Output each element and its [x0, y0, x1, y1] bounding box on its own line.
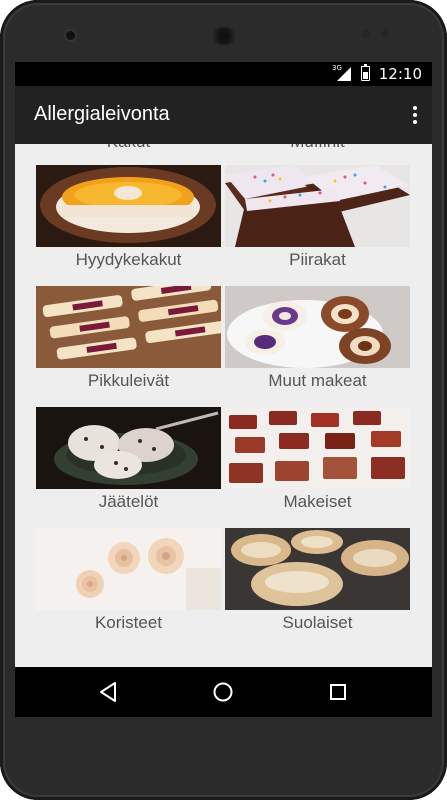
- screen: 3G 12:10 Allergialeivonta Kakut Muffinit: [15, 62, 432, 717]
- category-tile-pikkuleivat[interactable]: Pikkuleivät: [36, 286, 221, 395]
- recents-icon[interactable]: [326, 680, 350, 704]
- category-image: [225, 528, 410, 610]
- category-label: Pikkuleivät: [87, 371, 170, 390]
- category-label: Piirakat: [289, 250, 346, 269]
- category-label: Suolaiset: [282, 613, 353, 632]
- signal-icon: [337, 67, 351, 81]
- category-tile-jaatelot[interactable]: Jäätelöt: [36, 407, 221, 516]
- category-image: [36, 407, 221, 489]
- app-bar: Allergialeivonta: [15, 86, 432, 144]
- category-label: Muffinit: [225, 144, 410, 156]
- status-bar: 3G 12:10: [15, 62, 432, 86]
- category-tile-makeiset[interactable]: Makeiset: [225, 407, 410, 516]
- proximity-sensor: [362, 30, 370, 38]
- category-tile-suolaiset[interactable]: Suolaiset: [225, 528, 410, 637]
- category-tile-koristeet[interactable]: Koristeet: [36, 528, 221, 637]
- category-tile-muut-makeat[interactable]: Muut makeat: [225, 286, 410, 395]
- category-grid: Kakut Muffinit: [15, 144, 432, 667]
- navigation-bar: [15, 667, 432, 717]
- category-label: Makeiset: [283, 492, 352, 511]
- category-image: [225, 407, 410, 489]
- light-sensor: [381, 30, 389, 38]
- app-title: Allergialeivonta: [34, 103, 170, 125]
- category-label: Kakut: [36, 144, 221, 156]
- category-tile-muffinit[interactable]: Muffinit: [225, 144, 410, 156]
- home-icon[interactable]: [211, 680, 235, 704]
- earpiece-speaker: [213, 27, 235, 45]
- category-image: [36, 286, 221, 368]
- status-time: 12:10: [378, 65, 422, 83]
- front-camera: [66, 31, 75, 40]
- phone-frame: 3G 12:10 Allergialeivonta Kakut Muffinit: [0, 0, 447, 800]
- category-tile-kakut[interactable]: Kakut: [36, 144, 221, 156]
- category-label: Jäätelöt: [98, 492, 159, 511]
- battery-icon: [361, 64, 370, 81]
- category-image: [225, 165, 410, 247]
- more-vert-icon[interactable]: [412, 106, 418, 124]
- category-label: Muut makeat: [268, 371, 367, 390]
- category-label: Koristeet: [94, 613, 163, 632]
- category-tile-piirakat[interactable]: Piirakat: [225, 165, 410, 274]
- category-image: [36, 165, 221, 247]
- category-tile-hyydykekakut[interactable]: Hyydykekakut: [36, 165, 221, 274]
- category-image: [36, 528, 221, 610]
- category-label: Hyydykekakut: [75, 250, 182, 269]
- category-image: [225, 286, 410, 368]
- back-icon[interactable]: [97, 680, 121, 704]
